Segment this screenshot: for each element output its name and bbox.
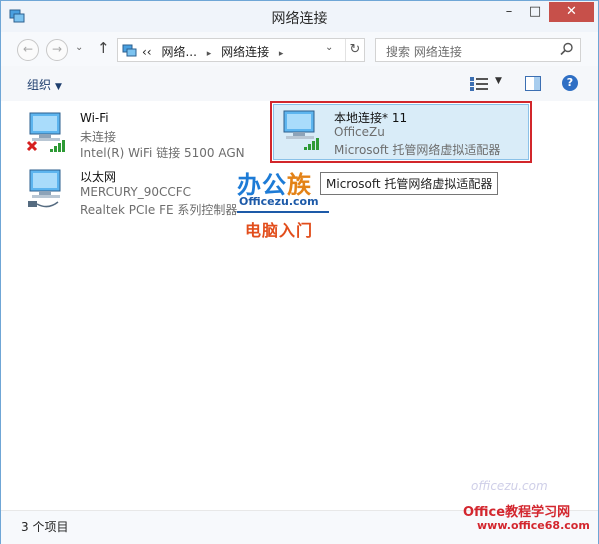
connection-status: MERCURY_90CCFC bbox=[80, 185, 192, 199]
chevron-down-icon: ▼ bbox=[55, 82, 62, 92]
connection-name: 以太网 bbox=[80, 170, 117, 184]
connection-item-wifi[interactable]: Wi-Fi 未连接 Intel(R) WiFi 链接 5100 AGN bbox=[26, 107, 261, 163]
minimize-button[interactable]: – bbox=[496, 2, 522, 22]
wifi-signal-icon bbox=[283, 110, 319, 150]
address-dropdown-button[interactable]: ⌄ bbox=[325, 42, 333, 53]
address-bar[interactable]: ‹‹ 网络... ▸ 网络连接 ▸ ⌄ ↻ bbox=[117, 38, 365, 62]
connection-device: Realtek PCIe FE 系列控制器 bbox=[80, 203, 238, 217]
view-options-dropdown[interactable]: ▼ bbox=[495, 76, 502, 86]
recent-locations-dropdown[interactable]: ⌄ bbox=[75, 42, 83, 53]
connection-status: OfficeZu bbox=[334, 125, 385, 139]
breadcrumb-overflow[interactable]: ‹‹ bbox=[142, 45, 152, 59]
connection-item-ethernet[interactable]: 以太网 MERCURY_90CCFC Realtek PCIe FE 系列控制器 bbox=[26, 164, 261, 220]
navigation-bar: ← → ⌄ ↑ ‹‹ 网络... ▸ 网络连接 ▸ ⌄ ↻ 搜索 网络连接 bbox=[1, 32, 598, 66]
adapter-tooltip: Microsoft 托管网络虚拟适配器 bbox=[320, 172, 499, 195]
breadcrumb-separator[interactable]: ▸ bbox=[279, 49, 284, 59]
corner-watermark-script: officezu.com bbox=[471, 479, 548, 493]
command-bar: 组织 ▼ ▼ ? bbox=[1, 66, 598, 102]
wifi-disconnected-icon bbox=[26, 112, 65, 152]
breadcrumb-separator[interactable]: ▸ bbox=[207, 49, 212, 59]
watermark-logo: 办公族 Officezu.com 电脑入门 bbox=[237, 165, 333, 243]
change-view-icon[interactable] bbox=[470, 77, 490, 91]
forward-button[interactable]: → bbox=[46, 39, 68, 61]
organize-label: 组织 bbox=[27, 78, 52, 92]
breadcrumb-item-network[interactable]: 网络... bbox=[161, 45, 196, 59]
connection-name: 本地连接* 11 bbox=[334, 111, 408, 125]
maximize-button[interactable]: □ bbox=[522, 2, 548, 22]
up-button[interactable]: ↑ bbox=[97, 39, 110, 57]
connection-device: Microsoft 托管网络虚拟适配器 bbox=[334, 143, 501, 157]
search-placeholder: 搜索 网络连接 bbox=[386, 45, 462, 59]
watermark-divider bbox=[237, 211, 329, 213]
connection-device: Intel(R) WiFi 链接 5100 AGN bbox=[80, 146, 245, 160]
ethernet-icon bbox=[28, 169, 61, 208]
breadcrumb: ‹‹ 网络... ▸ 网络连接 ▸ bbox=[142, 43, 283, 60]
connection-item-local[interactable]: 本地连接* 11 OfficeZu Microsoft 托管网络虚拟适配器 bbox=[270, 101, 532, 163]
help-icon[interactable]: ? bbox=[562, 75, 578, 91]
close-button[interactable]: ✕ bbox=[549, 2, 594, 22]
breadcrumb-item-connections[interactable]: 网络连接 bbox=[221, 45, 269, 59]
watermark-subtitle: 电脑入门 bbox=[245, 221, 314, 240]
item-count: 3 个项目 bbox=[21, 520, 69, 534]
preview-pane-icon[interactable] bbox=[525, 76, 541, 91]
corner-watermark-brand: Office教程学习网 bbox=[463, 505, 571, 520]
connections-list: Wi-Fi 未连接 Intel(R) WiFi 链接 5100 AGN 以太网 … bbox=[1, 101, 598, 510]
connection-name: Wi-Fi bbox=[80, 111, 109, 125]
corner-watermark: officezu.com Office教程学习网 www.office68.co… bbox=[453, 479, 599, 541]
back-button[interactable]: ← bbox=[17, 39, 39, 61]
search-input[interactable]: 搜索 网络连接 bbox=[375, 38, 581, 62]
title-bar[interactable]: 网络连接 – □ ✕ bbox=[1, 1, 598, 32]
corner-watermark-url: www.office68.com bbox=[477, 519, 590, 532]
organize-menu-button[interactable]: 组织 ▼ bbox=[27, 76, 62, 93]
search-icon[interactable] bbox=[560, 42, 574, 56]
watermark-url: Officezu.com bbox=[239, 195, 319, 208]
explorer-window: 网络连接 – □ ✕ ← → ⌄ ↑ ‹‹ 网络... ▸ 网络连接 ▸ ⌄ ↻ bbox=[0, 0, 599, 544]
refresh-button[interactable]: ↻ bbox=[345, 39, 364, 61]
connection-status: 未连接 bbox=[80, 130, 117, 144]
network-folder-icon bbox=[122, 44, 137, 57]
